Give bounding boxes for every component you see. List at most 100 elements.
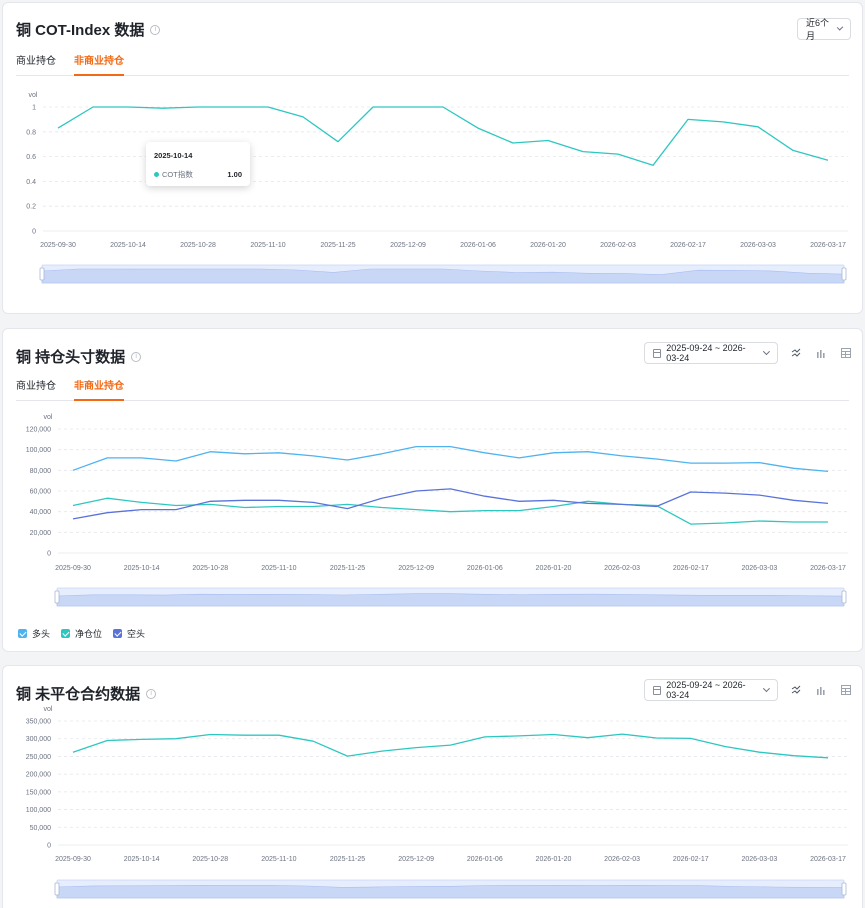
y-tick-label: 0.4 [26,179,36,186]
open-interest-card: 铜 未平仓合约数据 i 2025-09-24 ~ 2026-03-24 vol 0… [2,665,863,908]
x-tick-label: 2026-01-20 [536,565,572,572]
y-tick-label: 120,000 [26,427,51,434]
x-tick-label: 2026-01-06 [460,242,496,249]
x-tick-label: 2025-09-30 [55,565,91,572]
y-axis-label: vol [44,414,53,421]
tab-noncommercial[interactable]: 非商业持仓 [74,50,124,76]
x-tick-label: 2026-02-17 [670,242,706,249]
tooltip-date: 2025-10-14 [154,151,193,160]
y-axis-label: vol [44,706,53,713]
y-tick-label: 0 [47,551,51,558]
series-line-0 [72,733,829,759]
x-tick-label: 2025-09-30 [40,242,76,249]
x-tick-label: 2026-03-17 [810,856,846,863]
x-tick-label: 2025-10-28 [180,242,216,249]
zoom-handle-right [841,267,847,281]
info-icon[interactable]: i [150,24,161,35]
x-tick-label: 2025-09-30 [55,856,91,863]
calendar-icon [653,348,662,358]
zoom-handle-right [841,882,847,896]
x-tick-label: 2025-11-25 [320,242,355,249]
legend-net[interactable]: 净仓位 [61,627,102,640]
x-tick-label: 2025-11-10 [250,242,285,249]
x-tick-label: 2025-11-10 [261,856,296,863]
tab-commercial[interactable]: 商业持仓 [16,375,56,400]
open-interest-chart: vol 0 50,000 100,000 150,000 200,000 250,000 30… [26,706,848,899]
range-select[interactable]: 近6个月 [797,18,851,41]
legend-short[interactable]: 空头 [113,627,145,640]
checkbox-icon [61,629,71,638]
series-line-0 [72,445,829,473]
x-tick-label: 2026-03-17 [810,565,846,572]
y-tick-label: 350,000 [26,719,51,726]
y-tick-label: 0.2 [26,204,36,211]
y-tick-label: 200,000 [26,772,51,779]
checkbox-icon [113,629,123,638]
y-tick-label: 0 [32,229,36,236]
zoom-handle-left [39,267,45,281]
series-line-1 [72,497,828,525]
legend-long[interactable]: 多头 [18,627,50,640]
cot-index-card: 铜 COT-Index 数据 i 近6个月 商业持仓 非商业持仓 vol 0 0.2… [2,2,863,314]
y-tick-label: 50,000 [30,825,52,832]
y-tick-label: 0 [47,843,51,850]
x-tick-label: 2026-02-03 [600,242,636,249]
date-range-picker[interactable]: 2025-09-24 ~ 2026-03-24 [644,342,778,364]
zoom-handle-right [841,590,847,604]
x-tick-label: 2026-03-03 [741,565,777,572]
tooltip-dot [154,172,159,177]
x-tick-label: 2025-10-14 [110,242,146,249]
positions-chart: vol 0 20,000 40,000 60,000 80,000 100,000 120,0… [26,414,848,607]
tooltip-value: 1.00 [227,170,242,179]
bar-chart-icon[interactable] [814,346,828,360]
y-tick-label: 20,000 [30,530,52,537]
y-tick-label: 0.8 [26,129,36,136]
x-tick-label: 2025-11-25 [330,565,365,572]
y-tick-label: 100,000 [26,447,51,454]
zoom-handle-left [54,590,60,604]
info-icon[interactable]: i [131,351,142,362]
y-tick-label: 60,000 [30,489,52,496]
position-tabs-1: 商业持仓 非商业持仓 [16,50,849,76]
x-tick-label: 2026-03-03 [741,856,777,863]
x-tick-label: 2026-02-17 [673,565,709,572]
x-tick-label: 2025-10-28 [192,565,228,572]
y-tick-label: 150,000 [26,789,51,796]
line-chart-icon[interactable] [789,346,803,360]
y-tick-label: 100,000 [26,807,51,814]
y-axis-label: vol [29,92,38,99]
tab-commercial[interactable]: 商业持仓 [16,50,56,75]
x-tick-label: 2026-02-03 [604,565,640,572]
positions-title: 铜 持仓头寸数据 i [16,346,142,367]
x-tick-label: 2026-03-03 [740,242,776,249]
x-tick-label: 2026-03-17 [810,242,846,249]
x-tick-label: 2025-11-25 [330,856,365,863]
position-tabs-2: 商业持仓 非商业持仓 [16,375,849,401]
y-tick-label: 0.6 [26,154,36,161]
tooltip-label: COT指数 [162,170,193,179]
x-tick-label: 2026-02-03 [604,856,640,863]
cot-index-title: 铜 COT-Index 数据 i [16,19,161,40]
x-tick-label: 2026-02-17 [673,856,709,863]
y-tick-label: 80,000 [30,468,52,475]
tab-noncommercial[interactable]: 非商业持仓 [74,375,124,401]
zoom-slider-preview [56,884,845,899]
table-icon[interactable] [839,346,853,360]
cot-index-chart: vol00.20.40.60.812025-09-30 2025-10-14 202… [26,92,848,284]
chevron-down-icon [763,348,771,355]
x-tick-label: 2025-12-09 [398,856,434,863]
x-tick-label: 2025-10-14 [124,856,160,863]
x-tick-label: 2025-11-10 [261,565,296,572]
zoom-slider-preview [56,593,845,607]
positions-legend: 多头 净仓位 空头 [18,627,156,640]
y-tick-label: 300,000 [26,736,51,743]
zoom-handle-left [54,882,60,896]
chevron-down-icon [836,24,844,31]
chart-tooltip: 2025-10-14 COT指数 1.00 [146,142,250,186]
zoom-slider-preview [41,268,845,284]
series-line-2 [72,488,829,520]
y-tick-label: 40,000 [30,509,52,516]
y-tick-label: 1 [32,105,36,112]
x-tick-label: 2026-01-20 [530,242,566,249]
x-tick-label: 2026-01-06 [467,856,503,863]
